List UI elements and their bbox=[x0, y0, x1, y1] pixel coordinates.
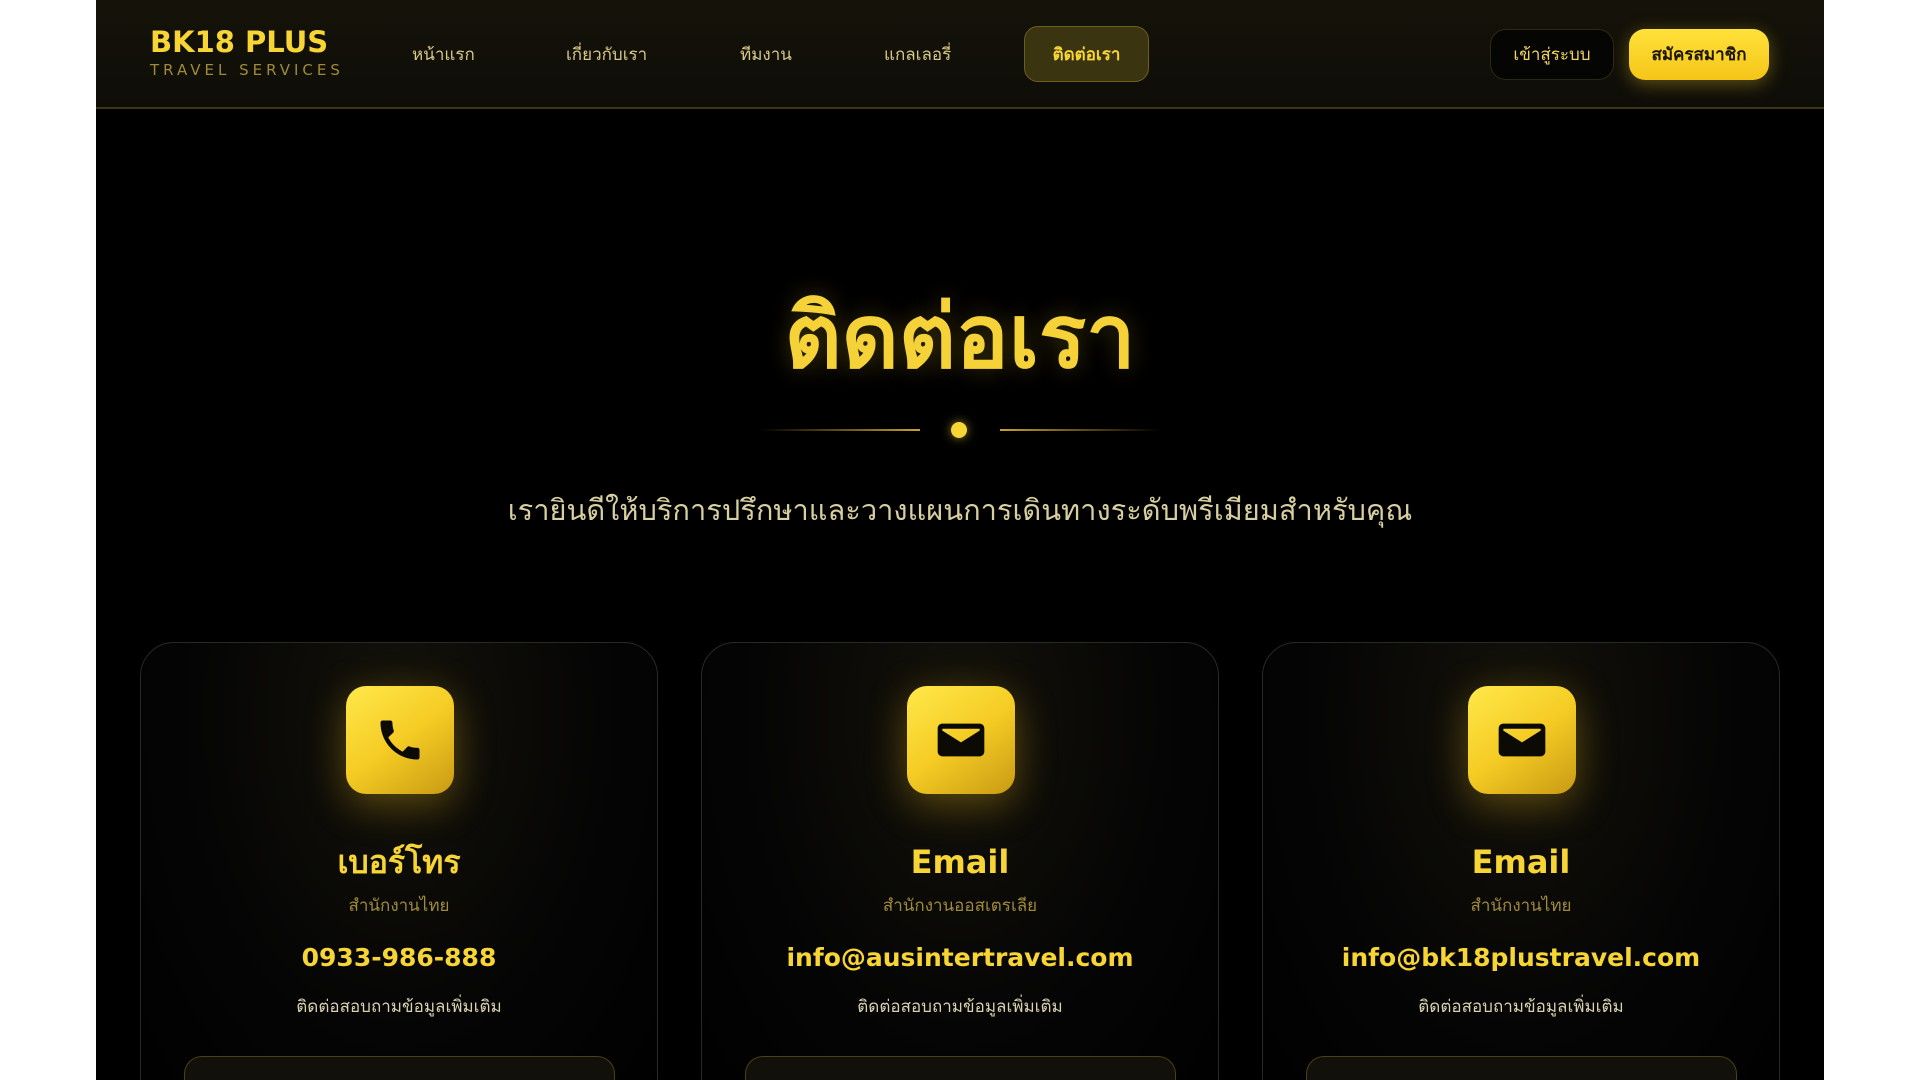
card-action-button[interactable] bbox=[1306, 1056, 1737, 1080]
signup-button[interactable]: สมัครสมาชิก bbox=[1629, 29, 1769, 80]
nav-item-team[interactable]: ทีมงาน bbox=[740, 43, 792, 67]
card-office-label: สำนักงานไทย bbox=[1470, 896, 1572, 916]
nav-item-home[interactable]: หน้าแรก bbox=[412, 43, 475, 67]
card-note: ติดต่อสอบถามข้อมูลเพิ่มเติม bbox=[857, 997, 1063, 1017]
card-note: ติดต่อสอบถามข้อมูลเพิ่มเติม bbox=[296, 997, 502, 1017]
nav-item-contact-active[interactable]: ติดต่อเรา bbox=[1024, 26, 1149, 82]
nav-item-about[interactable]: เกี่ยวกับเรา bbox=[566, 43, 647, 67]
login-button[interactable]: เข้าสู่ระบบ bbox=[1490, 29, 1614, 80]
contact-card-email-au: Email สำนักงานออสเตรเลีย info@ausintertr… bbox=[701, 642, 1219, 1080]
card-title: Email bbox=[1471, 843, 1571, 881]
card-action-button[interactable] bbox=[745, 1056, 1176, 1080]
card-office-label: สำนักงานไทย bbox=[348, 896, 450, 916]
card-title: Email bbox=[910, 843, 1010, 881]
contact-card-phone: เบอร์โทร สำนักงานไทย 0933-986-888 ติดต่อ… bbox=[140, 642, 658, 1080]
card-action-button[interactable] bbox=[184, 1056, 615, 1080]
top-navbar: BK18 PLUS TRAVEL SERVICES หน้าแรก เกี่ยว… bbox=[96, 0, 1824, 109]
contact-card-email-th: Email สำนักงานไทย info@bk18plustravel.co… bbox=[1262, 642, 1780, 1080]
email-link[interactable]: info@bk18plustravel.com bbox=[1263, 941, 1779, 975]
card-title: เบอร์โทร bbox=[337, 843, 461, 881]
divider-dot bbox=[951, 422, 967, 438]
page-title: ติดต่อเรา bbox=[784, 285, 1136, 388]
page-frame: BK18 PLUS TRAVEL SERVICES หน้าแรก เกี่ยว… bbox=[96, 0, 1824, 1080]
phone-icon bbox=[346, 686, 454, 794]
page-subtitle: เรายินดีให้บริการปรึกษาและวางแผนการเดินท… bbox=[507, 493, 1413, 527]
title-divider bbox=[760, 420, 1160, 440]
card-note: ติดต่อสอบถามข้อมูลเพิ่มเติม bbox=[1418, 997, 1624, 1017]
mail-icon bbox=[1468, 686, 1576, 794]
card-office-label: สำนักงานออสเตรเลีย bbox=[882, 896, 1038, 916]
divider-line-left bbox=[760, 429, 920, 431]
divider-line-right bbox=[1000, 429, 1160, 431]
email-link[interactable]: info@ausintertravel.com bbox=[702, 941, 1218, 975]
mail-icon bbox=[907, 686, 1015, 794]
phone-number-link[interactable]: 0933-986-888 bbox=[141, 941, 657, 975]
nav-item-gallery[interactable]: แกลเลอรี่ bbox=[884, 43, 951, 67]
